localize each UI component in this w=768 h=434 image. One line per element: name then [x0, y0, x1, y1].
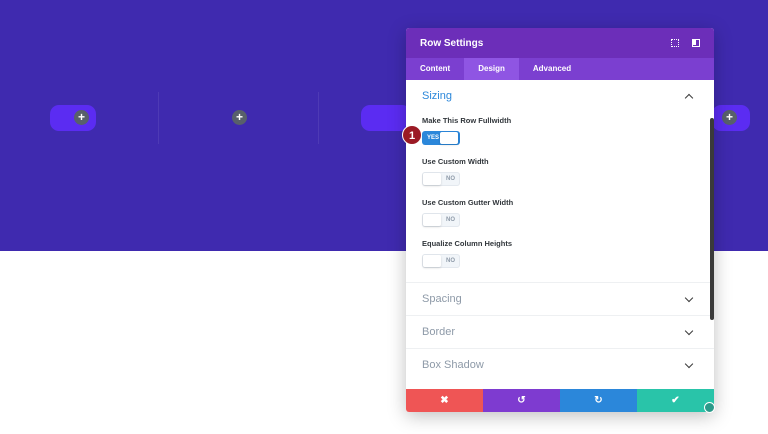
save-button[interactable]: ✔	[637, 389, 714, 412]
spacing-group-header[interactable]: Spacing	[406, 282, 714, 315]
option-label: Use Custom Gutter Width	[422, 198, 514, 207]
tab-content[interactable]: Content	[406, 58, 464, 80]
custom-gutter-toggle[interactable]: NO	[422, 213, 460, 227]
add-module-button[interactable]: +	[232, 110, 247, 125]
undo-button[interactable]: ↺	[483, 389, 560, 412]
modal-footer: ✖ ↺ ↻ ✔	[406, 389, 714, 412]
border-group-header[interactable]: Border	[406, 315, 714, 348]
modal-header: Row Settings	[406, 28, 714, 58]
fullwidth-toggle[interactable]: YES	[422, 131, 460, 145]
tab-advanced[interactable]: Advanced	[519, 58, 585, 80]
toggle-state: NO	[446, 217, 455, 223]
step-badge: 1	[402, 125, 422, 145]
chevron-down-icon	[684, 359, 694, 368]
add-module-button[interactable]: +	[722, 110, 737, 125]
toggle-state: NO	[446, 176, 455, 182]
option-label: Equalize Column Heights	[422, 239, 513, 248]
expand-icon[interactable]	[671, 39, 679, 47]
option-label: Make This Row Fullwidth	[422, 116, 512, 125]
add-module-button[interactable]: +	[74, 110, 89, 125]
toggle-knob	[423, 214, 441, 226]
box-shadow-group-header[interactable]: Box Shadow	[406, 348, 714, 381]
toggle-state: NO	[446, 258, 455, 264]
option-custom-width: Use Custom Width NO	[422, 153, 698, 194]
chevron-down-icon	[684, 293, 694, 302]
resize-handle-icon[interactable]	[704, 402, 715, 413]
custom-width-toggle[interactable]: NO	[422, 172, 460, 186]
modal-title: Row Settings	[420, 37, 484, 49]
row-handle[interactable]	[361, 105, 411, 131]
settings-tabs: Content Design Advanced	[406, 58, 714, 80]
toggle-knob	[440, 132, 458, 144]
row-settings-modal: Row Settings Content Design Advanced Siz…	[406, 28, 714, 412]
row-handle[interactable]	[50, 105, 96, 131]
spacing-title: Spacing	[422, 293, 462, 305]
option-custom-gutter: Use Custom Gutter Width NO	[422, 194, 698, 235]
box-shadow-title: Box Shadow	[422, 359, 484, 371]
sidebar-toggle-icon[interactable]	[692, 39, 700, 47]
option-fullwidth: Make This Row Fullwidth YES	[422, 112, 698, 153]
sizing-group-header[interactable]: Sizing	[422, 80, 698, 112]
redo-button[interactable]: ↻	[560, 389, 637, 412]
tab-design[interactable]: Design	[464, 58, 519, 80]
option-equalize-heights: Equalize Column Heights NO	[422, 235, 698, 276]
sizing-title: Sizing	[422, 90, 452, 102]
sizing-group: Sizing Make This Row Fullwidth YES Use C…	[406, 80, 714, 276]
scrollbar[interactable]	[710, 118, 714, 320]
equalize-heights-toggle[interactable]: NO	[422, 254, 460, 268]
column-divider	[158, 92, 159, 144]
chevron-down-icon	[684, 326, 694, 335]
cancel-button[interactable]: ✖	[406, 389, 483, 412]
toggle-knob	[423, 173, 441, 185]
toggle-knob	[423, 255, 441, 267]
chevron-up-icon	[684, 93, 694, 102]
option-label: Use Custom Width	[422, 157, 489, 166]
toggle-state: YES	[427, 135, 440, 141]
settings-body: Sizing Make This Row Fullwidth YES Use C…	[406, 80, 714, 389]
border-title: Border	[422, 326, 456, 338]
column-divider	[318, 92, 319, 144]
